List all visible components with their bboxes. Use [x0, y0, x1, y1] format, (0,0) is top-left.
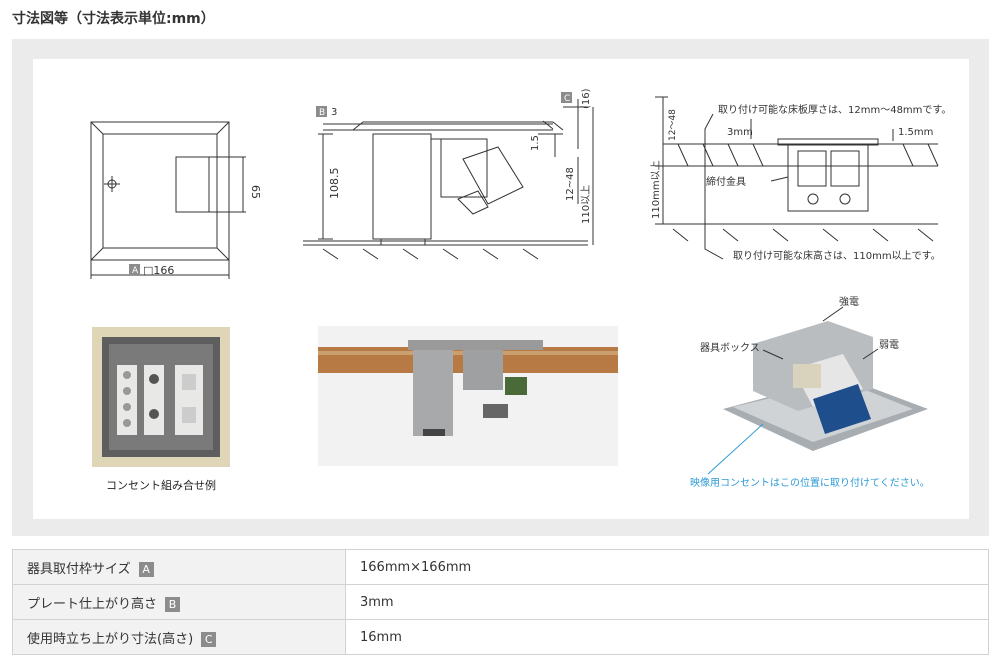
dim-166-label: □166 — [143, 264, 174, 277]
spec-label-cell: プレート仕上がり高さ B — [12, 584, 346, 620]
dim-12-48-range: 12～48 — [668, 109, 678, 141]
dim-3mm-label: 3mm — [727, 127, 753, 138]
dim-110mm-label: 110mm以上 — [650, 160, 662, 219]
label-weak-power: 弱電 — [879, 339, 899, 351]
badge-a: A — [138, 561, 154, 577]
table-row: 使用時立ち上がり寸法(高さ) C 16mm — [12, 619, 989, 655]
note-floor-thickness: 取り付け可能な床板厚さは、12mm～48mmです。 — [718, 103, 951, 116]
photo3-blue-caption: 映像用コンセントはこの位置に取り付けてください。 — [690, 476, 930, 489]
badge-a-drawing: A — [132, 266, 139, 276]
side-section-drawing — [303, 99, 594, 260]
drawings-svg: 65 A □166 B 3 C (16) 108.5 1.5 12~48 110… — [90, 88, 951, 492]
spec-value: 3mm — [345, 584, 989, 620]
spec-label-cell: 使用時立ち上がり寸法(高さ) C — [12, 619, 346, 655]
dimension-drawings: 65 A □166 B 3 C (16) 108.5 1.5 12~48 110… — [33, 59, 969, 519]
table-row: プレート仕上がり高さ B 3mm — [12, 584, 989, 620]
dim-3-label: 3 — [331, 107, 337, 118]
spec-table: 器具取付枠サイズ A 166mm×166mm プレート仕上がり高さ B 3mm 使用… — [12, 549, 989, 655]
spec-label: 器具取付枠サイズ — [27, 561, 131, 577]
dim-1-5mm-label: 1.5mm — [898, 127, 933, 138]
dimension-panel: 65 A □166 B 3 C (16) 108.5 1.5 12~48 110… — [12, 39, 989, 536]
dim-1-5-label: 1.5 — [530, 135, 541, 151]
badge-b-drawing: B — [319, 108, 325, 118]
top-view-drawing — [90, 121, 246, 279]
dim-12-48-label: 12~48 — [565, 167, 576, 201]
spec-label: 使用時立ち上がり寸法(高さ) — [27, 631, 194, 647]
table-row: 器具取付枠サイズ A 166mm×166mm — [12, 549, 989, 585]
dim-108-label: 108.5 — [328, 168, 341, 200]
label-equipment-box: 器具ボックス — [700, 342, 760, 354]
badge-b: B — [165, 596, 181, 612]
spec-value: 166mm×166mm — [345, 549, 989, 585]
installed-floor-photo — [318, 326, 618, 466]
outlet-combination-photo — [92, 327, 230, 467]
badge-c: C — [201, 631, 217, 647]
spec-value: 16mm — [345, 619, 989, 655]
spec-label: プレート仕上がり高さ — [27, 596, 158, 612]
label-strong-power: 強電 — [839, 295, 859, 308]
dim-110-label: 110以上 — [580, 185, 592, 224]
note-floor-height: 取り付け可能な床高さは、110mm以上です。 — [733, 249, 941, 262]
dim-16-label: (16) — [581, 88, 592, 109]
badge-c-drawing: C — [564, 94, 570, 104]
page-title: 寸法図等（寸法表示単位:mm） — [12, 11, 215, 27]
photo1-caption: コンセント組み合せ例 — [106, 478, 216, 492]
installation-drawing — [655, 96, 939, 260]
spec-label-cell: 器具取付枠サイズ A — [12, 549, 346, 585]
dim-65-label: 65 — [249, 185, 262, 199]
label-bracket: 締付金具 — [706, 175, 746, 188]
